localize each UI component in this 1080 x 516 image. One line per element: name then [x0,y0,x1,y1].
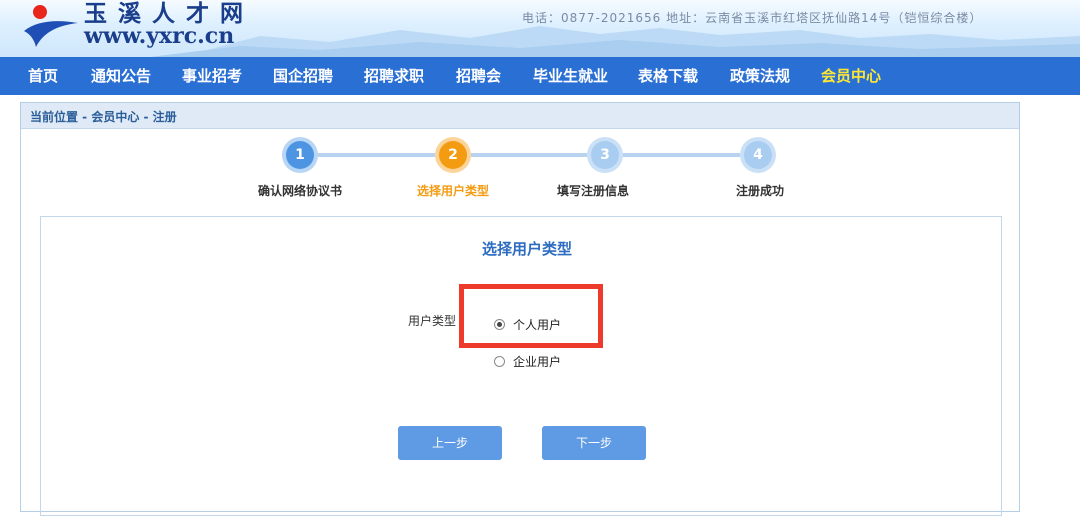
nav-item-member-center[interactable]: 会员中心 [821,57,881,95]
contact-info: 电话：0877-2021656 地址：云南省玉溪市红塔区抚仙路14号（铠恒综合楼… [522,11,983,25]
step-connector [471,153,587,157]
breadcrumb-bar: 当前位置 - 会员中心 - 注册 [21,103,1019,129]
step-4-number: 4 [744,141,772,169]
step-3-label: 填写注册信息 [557,184,630,198]
nav-item-form-downloads[interactable]: 表格下载 [638,57,698,95]
main-nav: 首页 通知公告 事业招考 国企招聘 招聘求职 招聘会 毕业生就业 表格下载 政策… [0,57,1080,95]
step-2-label: 选择用户类型 [417,184,490,198]
prev-step-button[interactable]: 上一步 [398,426,502,460]
nav-item-notices[interactable]: 通知公告 [91,57,151,95]
step-connector [623,153,740,157]
step-3-number: 3 [591,141,619,169]
next-step-button[interactable]: 下一步 [542,426,646,460]
step-1-number: 1 [286,141,314,169]
step-4-indicator: 4 [740,137,776,173]
step-connector [318,153,435,157]
nav-item-home[interactable]: 首页 [28,57,58,95]
step-3-indicator: 3 [587,137,623,173]
site-logo-icon [24,5,78,47]
user-type-label: 用户类型 [408,314,457,328]
nav-item-job-seeking[interactable]: 招聘求职 [364,57,424,95]
step-2-indicator: 2 [435,137,471,173]
option-label: 企业用户 [513,355,562,369]
site-header: 玉溪人才网 www.yxrc.cn 电话：0877-2021656 地址：云南省… [0,0,1080,57]
site-url: www.yxrc.cn [84,23,235,49]
form-title: 选择用户类型 [482,240,573,258]
nav-item-public-exams[interactable]: 事业招考 [182,57,242,95]
radio-button-unchecked[interactable] [494,356,505,367]
step-2-number: 2 [439,141,467,169]
step-1-indicator: 1 [282,137,318,173]
highlight-annotation-box [459,284,603,348]
nav-item-graduate-employment[interactable]: 毕业生就业 [533,57,608,95]
nav-item-job-fairs[interactable]: 招聘会 [456,57,501,95]
option-enterprise-user[interactable]: 企业用户 [494,353,561,370]
nav-item-soe-recruitment[interactable]: 国企招聘 [273,57,333,95]
breadcrumb: 当前位置 - 会员中心 - 注册 [30,110,177,124]
nav-item-policies[interactable]: 政策法规 [730,57,790,95]
step-1-label: 确认网络协议书 [258,184,343,198]
step-4-label: 注册成功 [736,184,785,198]
